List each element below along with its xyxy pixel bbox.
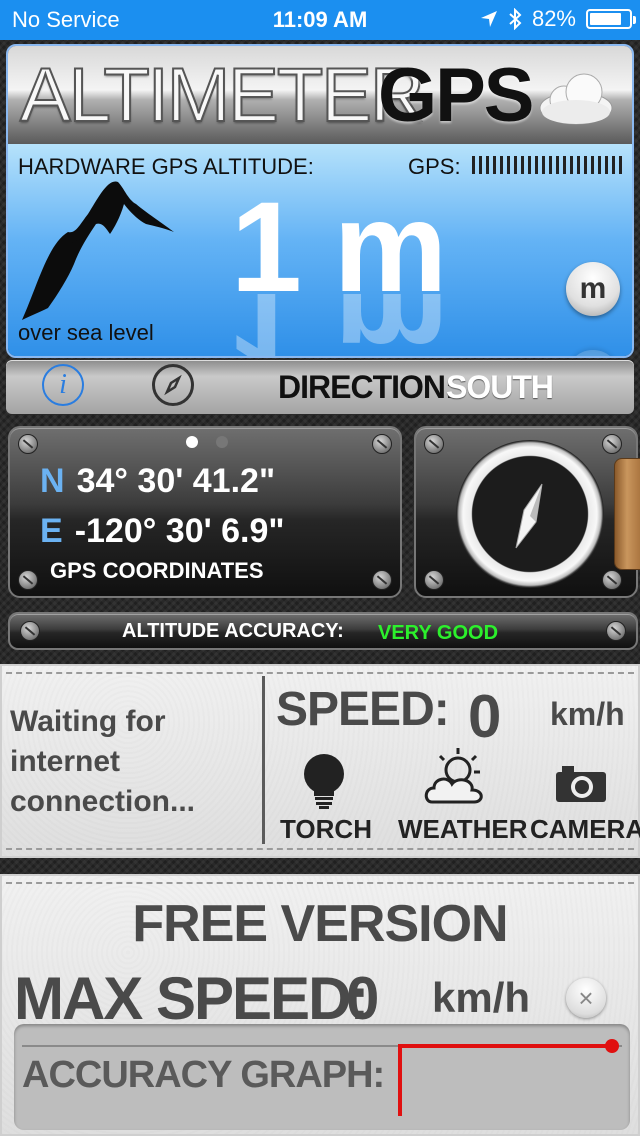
drawer-handle[interactable] (614, 458, 640, 570)
max-speed-value: 0 (346, 965, 380, 1032)
stitch-line (6, 672, 634, 674)
reset-max-speed-button[interactable]: × (566, 978, 606, 1018)
camera-label: CAMERA (530, 814, 640, 844)
accuracy-graph: ACCURACY GRAPH: (14, 1024, 630, 1130)
torch-button[interactable]: TORCH (280, 752, 372, 844)
latitude-row: N 34° 30' 41.2" (40, 462, 275, 501)
screw-icon (602, 434, 622, 454)
battery-icon (586, 9, 636, 29)
coordinates-card[interactable]: N 34° 30' 41.2" E -120° 30' 6.9" GPS COORD… (8, 426, 402, 598)
screw-icon (424, 570, 444, 590)
logo-gps: GPS (378, 53, 534, 138)
compass-dial (456, 440, 604, 588)
cloud-icon[interactable] (536, 62, 616, 132)
stitch-line (6, 848, 634, 850)
screw-icon (18, 434, 38, 454)
camera-button[interactable]: CAMERA (530, 758, 640, 844)
accuracy-value: VERY GOOD (378, 622, 499, 644)
altitude-reflection: 1 m (168, 294, 508, 356)
accuracy-graph-label: ACCURACY GRAPH: (22, 1054, 385, 1096)
over-sea-level-label: over sea level (18, 320, 154, 345)
screw-icon (602, 570, 622, 590)
app-logo: ALTIMETER GPS (8, 46, 632, 144)
graph-current-point (605, 1039, 619, 1053)
screw-icon (20, 621, 40, 641)
unit-toggle-button[interactable]: m (566, 262, 620, 316)
speed-value: 0 (468, 683, 502, 750)
battery-percent: 82% (531, 6, 576, 31)
location-arrow-icon (480, 11, 497, 27)
unit-button-reflection: m (566, 350, 620, 356)
longitude-key: E (40, 512, 63, 550)
page-dot-active (186, 436, 198, 448)
page-dot (216, 436, 228, 448)
bluetooth-icon (509, 8, 522, 30)
torch-label: TORCH (280, 814, 372, 844)
screw-icon (372, 570, 392, 590)
coordinates-caption: GPS COORDINATES (50, 558, 264, 583)
weather-icon (424, 748, 483, 804)
screw-icon (18, 570, 38, 590)
page-indicator[interactable] (186, 436, 228, 448)
direction-bar: i DIRECTION: SOUTH (6, 360, 634, 414)
altitude-panel: ALTIMETER GPS HARDWARE GPS ALTITUDE: GPS… (6, 44, 634, 358)
compass-icon[interactable] (152, 364, 194, 406)
status-bar: No Service 11:09 AM 82% (0, 0, 640, 40)
speed-label: SPEED: (276, 683, 450, 736)
gps-signal-bars (472, 156, 622, 174)
longitude-row: E -120° 30' 6.9" (40, 512, 285, 551)
compass-needle-icon (515, 483, 543, 549)
graph-line (398, 1044, 612, 1116)
altitude-accuracy-bar: ALTITUDE ACCURACY: VERY GOOD (8, 612, 638, 650)
longitude-value: -120° 30' 6.9" (74, 512, 285, 550)
stitch-line (6, 882, 634, 884)
screw-icon (372, 434, 392, 454)
screw-icon (606, 621, 626, 641)
screw-icon (424, 434, 444, 454)
compass-card[interactable] (414, 426, 640, 598)
latitude-value: 34° 30' 41.2" (76, 462, 276, 500)
weather-label: WEATHER (398, 814, 528, 844)
weather-status-text: Waiting for internet connection... (10, 705, 196, 818)
latitude-key: N (40, 462, 65, 500)
camera-icon (556, 766, 606, 802)
lightbulb-icon (304, 754, 344, 809)
speed-tools-panel: Waiting for internet connection... SPEED… (0, 664, 640, 858)
accuracy-label: ALTITUDE ACCURACY: (122, 620, 344, 642)
altitude-reflection-text: 1 m (168, 294, 508, 356)
logo-altimeter: ALTIMETER (19, 52, 426, 139)
direction-label: DIRECTION: (278, 369, 456, 405)
status-icons: 82% (480, 6, 636, 32)
altitude-display: HARDWARE GPS ALTITUDE: GPS: over sea lev… (8, 144, 632, 356)
speed-unit: km/h (550, 696, 625, 732)
info-icon[interactable]: i (42, 364, 84, 406)
direction-value: SOUTH (446, 369, 554, 405)
max-speed-label: MAX SPEED: (14, 965, 369, 1032)
max-speed-panel: FREE VERSION MAX SPEED: 0 km/h × ACCURAC… (0, 874, 640, 1136)
mountain-icon (22, 181, 174, 320)
weather-button[interactable]: WEATHER (398, 744, 528, 844)
max-speed-unit: km/h (432, 974, 531, 1021)
free-version-label: FREE VERSION (132, 895, 508, 953)
divider (262, 676, 265, 844)
